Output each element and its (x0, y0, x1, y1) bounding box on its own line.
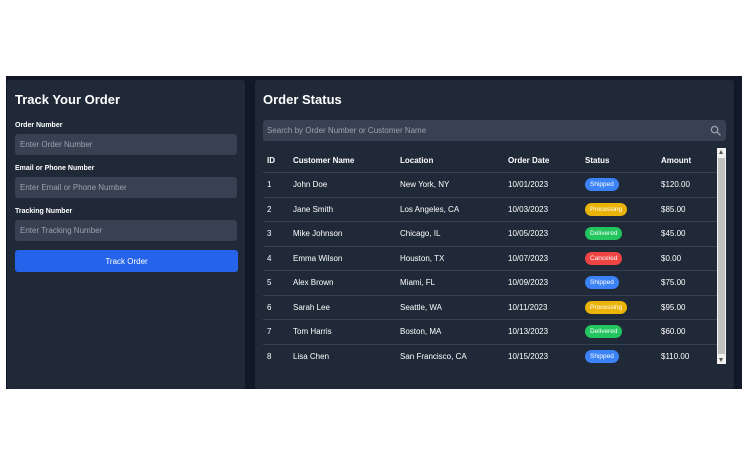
order-number-label: Order Number (15, 122, 63, 129)
table-header-row: ID Customer Name Location Order Date Sta… (263, 148, 717, 173)
order-status-title: Order Status (263, 92, 342, 107)
status-badge: Processing (585, 202, 628, 216)
amount-cell: $45.00 (657, 221, 717, 247)
column-header-customer: Customer Name (289, 148, 396, 173)
order-id-cell: 4 (263, 246, 289, 271)
location-cell: Boston, MA (396, 319, 504, 345)
order-date-cell: 10/07/2023 (504, 246, 581, 271)
track-order-button[interactable]: Track Order (15, 250, 238, 272)
orders-table-body: 1 John Doe New York, NY 10/01/2023 Shipped $1… (263, 172, 717, 364)
customer-name-cell: Lisa Chen (289, 344, 396, 364)
orders-table-container: ID Customer Name Location Order Date Sta… (263, 148, 726, 364)
order-date-cell: 10/03/2023 (504, 197, 581, 222)
order-tracking-app: Track Your Order Order Number Email or P… (6, 76, 742, 389)
search-input[interactable] (263, 120, 726, 141)
table-row[interactable]: 1 John Doe New York, NY 10/01/2023 Shipped $1… (263, 172, 717, 198)
table-row[interactable]: 3 Mike Johnson Chicago, IL 10/05/2023 Delive… (263, 221, 717, 247)
customer-name-cell: Alex Brown (289, 270, 396, 296)
status-cell: Delivered (581, 221, 657, 247)
table-row[interactable]: 5 Alex Brown Miami, FL 10/09/2023 Shipped $75… (263, 270, 717, 296)
status-badge: Processing (585, 300, 628, 314)
order-number-input[interactable] (15, 134, 237, 155)
order-id-cell: 8 (263, 344, 289, 364)
order-id-cell: 1 (263, 172, 289, 198)
tracking-number-label: Tracking Number (15, 208, 73, 215)
amount-cell: $120.00 (657, 172, 717, 198)
location-cell: Houston, TX (396, 246, 504, 271)
amount-cell: $75.00 (657, 270, 717, 296)
customer-name-cell: John Doe (289, 172, 396, 198)
table-scrollbar[interactable] (717, 148, 726, 364)
order-date-cell: 10/15/2023 (504, 344, 581, 364)
status-cell: Shipped (581, 172, 657, 198)
location-cell: New York, NY (396, 172, 504, 198)
customer-name-cell: Emma Wilson (289, 246, 396, 271)
order-id-cell: 6 (263, 295, 289, 320)
status-cell: Delivered (581, 319, 657, 345)
status-badge: Shipped (585, 349, 619, 363)
customer-name-cell: Sarah Lee (289, 295, 396, 320)
column-header-amount: Amount (657, 148, 717, 173)
order-status-panel: Order Status ID Customer Name Location O… (255, 80, 734, 389)
status-cell: Shipped (581, 270, 657, 296)
location-cell: Chicago, IL (396, 221, 504, 247)
amount-cell: $0.00 (657, 246, 717, 271)
location-cell: Miami, FL (396, 270, 504, 296)
status-badge: Delivered (585, 325, 623, 339)
column-header-order-date: Order Date (504, 148, 581, 173)
column-header-id: ID (263, 148, 289, 173)
status-badge: Shipped (585, 178, 619, 192)
customer-name-cell: Jane Smith (289, 197, 396, 222)
table-row[interactable]: 8 Lisa Chen San Francisco, CA 10/15/2023 Shi… (263, 344, 717, 364)
track-order-title: Track Your Order (15, 92, 121, 107)
status-badge: Shipped (585, 276, 619, 290)
status-cell: Processing (581, 295, 657, 320)
status-cell: Canceled (581, 246, 657, 271)
amount-cell: $110.00 (657, 344, 717, 364)
order-id-cell: 7 (263, 319, 289, 345)
order-date-cell: 10/09/2023 (504, 270, 581, 296)
track-order-panel: Track Your Order Order Number Email or P… (7, 80, 245, 389)
table-row[interactable]: 4 Emma Wilson Houston, TX 10/07/2023 Cancele… (263, 246, 717, 271)
column-header-status: Status (581, 148, 657, 173)
amount-cell: $85.00 (657, 197, 717, 222)
scrollbar-thumb[interactable] (718, 158, 725, 354)
order-date-cell: 10/11/2023 (504, 295, 581, 320)
status-cell: Processing (581, 197, 657, 222)
order-date-cell: 10/01/2023 (504, 172, 581, 198)
location-cell: Seattle, WA (396, 295, 504, 320)
column-header-location: Location (396, 148, 504, 173)
search-bar (263, 120, 726, 141)
location-cell: San Francisco, CA (396, 344, 504, 364)
location-cell: Los Angeles, CA (396, 197, 504, 222)
customer-name-cell: Tom Harris (289, 319, 396, 345)
customer-name-cell: Mike Johnson (289, 221, 396, 247)
status-badge: Delivered (585, 227, 623, 241)
scroll-down-arrow-icon[interactable] (719, 358, 723, 362)
amount-cell: $95.00 (657, 295, 717, 320)
amount-cell: $60.00 (657, 319, 717, 345)
order-id-cell: 3 (263, 221, 289, 247)
status-cell: Shipped (581, 344, 657, 364)
table-row[interactable]: 7 Tom Harris Boston, MA 10/13/2023 Delivered… (263, 319, 717, 345)
search-icon[interactable] (710, 125, 721, 136)
status-badge: Canceled (585, 251, 623, 265)
tracking-number-input[interactable] (15, 220, 237, 241)
scroll-up-arrow-icon[interactable] (719, 150, 723, 154)
order-date-cell: 10/13/2023 (504, 319, 581, 345)
email-phone-label: Email or Phone Number (15, 165, 95, 172)
email-phone-input[interactable] (15, 177, 237, 198)
order-id-cell: 5 (263, 270, 289, 296)
table-row[interactable]: 6 Sarah Lee Seattle, WA 10/11/2023 Processin… (263, 295, 717, 320)
orders-table: ID Customer Name Location Order Date Sta… (263, 148, 717, 364)
order-date-cell: 10/05/2023 (504, 221, 581, 247)
order-id-cell: 2 (263, 197, 289, 222)
table-row[interactable]: 2 Jane Smith Los Angeles, CA 10/03/2023 Proc… (263, 197, 717, 222)
